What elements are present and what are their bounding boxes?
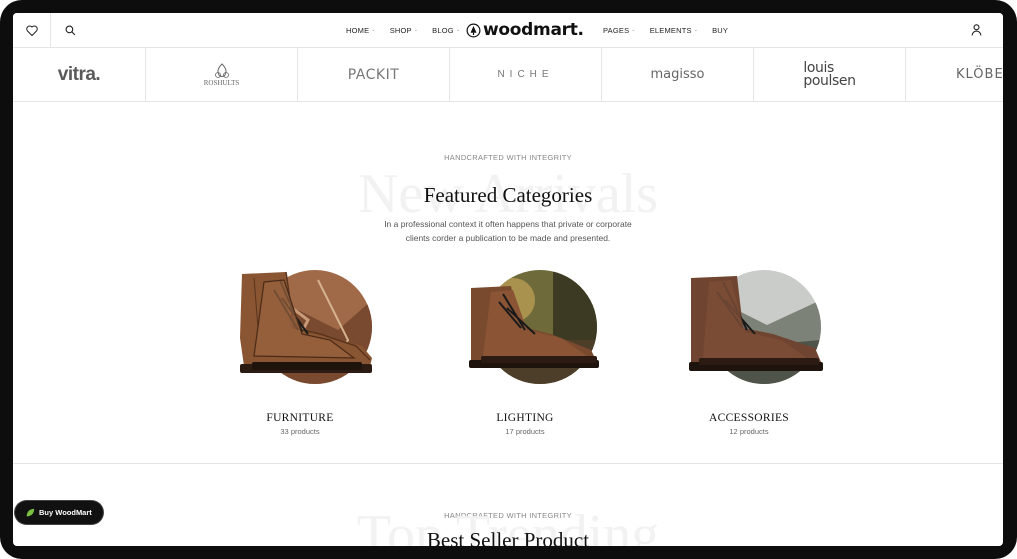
browser-viewport: HOME ⌄ SHOP ⌄ BLOG ⌄ woodmart. PAGES ⌄ ELEME… bbox=[13, 13, 1003, 546]
section-title: Featured Categories bbox=[423, 183, 593, 207]
brand-magisso[interactable]: magisso bbox=[602, 48, 754, 101]
boot-illustration bbox=[240, 271, 372, 373]
category-name: LIGHTING bbox=[496, 412, 554, 424]
nav-shop-label: SHOP bbox=[389, 25, 412, 35]
site-logo[interactable]: woodmart. bbox=[466, 19, 584, 41]
buy-woodmart-button[interactable]: Buy WoodMart bbox=[15, 501, 103, 524]
brand-louis-poulsen-logo: louis poulsen bbox=[803, 61, 856, 89]
user-icon bbox=[971, 24, 981, 36]
brand-packit[interactable]: PACKIT bbox=[298, 48, 450, 101]
nav-pages-label: PAGES bbox=[603, 25, 630, 35]
nav-elements[interactable]: ELEMENTS ⌄ bbox=[650, 26, 698, 35]
main-nav-right: PAGES ⌄ ELEMENTS ⌄ BUY bbox=[603, 13, 728, 47]
logo-text: woodmart. bbox=[483, 20, 584, 40]
brand-klober[interactable]: KLÖBER bbox=[906, 48, 1003, 101]
nav-home[interactable]: HOME ⌄ bbox=[346, 26, 376, 35]
chevron-down-icon: ⌄ bbox=[413, 27, 419, 33]
brand-vitra-logo: vitra. bbox=[57, 63, 101, 85]
category-count: 12 products bbox=[729, 427, 769, 436]
section-subtitle-2: clients corder a publication to be made … bbox=[405, 233, 611, 243]
nav-pages[interactable]: PAGES ⌄ bbox=[603, 26, 636, 35]
nav-buy-label: BUY bbox=[712, 25, 729, 35]
category-card-lighting[interactable]: LIGHTING 17 products bbox=[435, 268, 615, 436]
brand-roshults-text: ROSHULTS bbox=[203, 78, 240, 87]
main-nav-left: HOME ⌄ SHOP ⌄ BLOG ⌄ bbox=[346, 13, 460, 47]
boot-illustration bbox=[469, 286, 599, 368]
featured-categories-section: HANDCRAFTED WITH INTEGRITY New Arrivals … bbox=[13, 102, 1003, 464]
brand-klober-logo: KLÖBER bbox=[956, 67, 1003, 82]
nav-elements-label: ELEMENTS bbox=[649, 25, 692, 35]
category-name: FURNITURE bbox=[266, 412, 334, 424]
category-card-furniture[interactable]: FURNITURE 33 products bbox=[210, 268, 390, 436]
wishlist-button[interactable] bbox=[13, 13, 51, 47]
nav-shop[interactable]: SHOP ⌄ bbox=[390, 26, 418, 35]
chevron-down-icon: ⌄ bbox=[631, 27, 636, 33]
category-image bbox=[210, 268, 390, 398]
leaf-icon bbox=[26, 508, 35, 516]
brand-louis-line2: poulsen bbox=[803, 72, 856, 89]
nav-blog[interactable]: BLOG ⌄ bbox=[432, 26, 460, 35]
tree-logo-icon bbox=[466, 23, 481, 37]
brand-carousel: vitra. ROSHULTS PACKIT NICHE magisso lou… bbox=[13, 48, 1003, 102]
account-button[interactable] bbox=[957, 13, 995, 47]
category-name: ACCESSORIES bbox=[709, 412, 789, 424]
nav-blog-label: BLOG bbox=[432, 25, 454, 35]
category-image bbox=[435, 268, 615, 398]
flame-emblem-icon bbox=[214, 62, 229, 78]
category-count: 17 products bbox=[505, 427, 545, 436]
category-count: 33 products bbox=[280, 427, 320, 436]
nav-home-label: HOME bbox=[346, 25, 370, 35]
brand-roshults[interactable]: ROSHULTS bbox=[146, 48, 298, 101]
category-image bbox=[659, 268, 839, 398]
brand-niche-logo: NICHE bbox=[497, 69, 554, 80]
nav-buy[interactable]: BUY bbox=[712, 26, 728, 35]
site-header: HOME ⌄ SHOP ⌄ BLOG ⌄ woodmart. PAGES ⌄ ELEME… bbox=[13, 13, 1003, 48]
search-button[interactable] bbox=[51, 13, 89, 47]
search-icon bbox=[65, 25, 75, 35]
chevron-down-icon: ⌄ bbox=[455, 27, 461, 33]
buy-woodmart-label: Buy WoodMart bbox=[39, 508, 92, 517]
chevron-down-icon: ⌄ bbox=[371, 27, 376, 33]
brand-packit-logo: PACKIT bbox=[347, 66, 400, 83]
category-card-accessories[interactable]: ACCESSORIES 12 products bbox=[659, 268, 839, 436]
brand-vitra[interactable]: vitra. bbox=[13, 48, 146, 101]
heart-icon bbox=[25, 25, 38, 36]
brand-roshults-logo: ROSHULTS bbox=[203, 62, 240, 87]
brand-niche[interactable]: NICHE bbox=[450, 48, 602, 101]
section-subtitle-1: In a professional context it often happe… bbox=[384, 219, 632, 229]
chevron-down-icon: ⌄ bbox=[693, 27, 699, 33]
trending-title: Best Seller Product bbox=[426, 528, 590, 546]
brand-louis-poulsen[interactable]: louis poulsen bbox=[754, 48, 906, 101]
boot-illustration bbox=[689, 276, 823, 371]
section-eyebrow: HANDCRAFTED WITH INTEGRITY bbox=[444, 153, 572, 162]
brand-magisso-logo: magisso bbox=[650, 67, 705, 82]
